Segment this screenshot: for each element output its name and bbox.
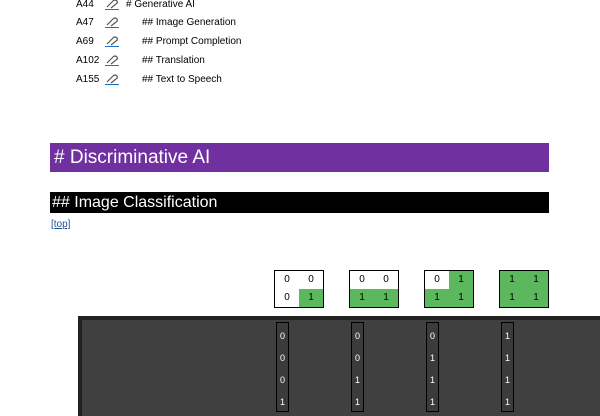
- grid-cell: 1: [299, 289, 323, 307]
- grid-cell: 1: [524, 271, 548, 289]
- grid-cell: 1: [374, 289, 398, 307]
- heading-discriminative-ai: # Discriminative AI: [50, 143, 549, 172]
- toc-link[interactable]: # Generative AI: [126, 0, 195, 13]
- toc-ref: A47: [76, 17, 94, 28]
- mini-grid: 0111: [424, 270, 474, 308]
- grid-cell: 1: [350, 289, 374, 307]
- hyperlink-icon[interactable]: [105, 0, 119, 10]
- column-cell: 1: [279, 397, 285, 407]
- column-cell: 0: [354, 353, 360, 363]
- hyperlink-icon[interactable]: [105, 54, 119, 66]
- toc-ref: A69: [76, 36, 94, 47]
- toc-link[interactable]: ## Prompt Completion: [142, 34, 242, 50]
- grid-cell: 0: [359, 274, 365, 285]
- toc-link[interactable]: ## Image Generation: [142, 15, 236, 31]
- top-link[interactable]: [top]: [51, 219, 70, 230]
- column-cell: 1: [429, 397, 435, 407]
- hyperlink-icon[interactable]: [105, 73, 119, 85]
- hyperlink-icon[interactable]: [105, 16, 119, 28]
- toc-ref: A44: [76, 0, 94, 10]
- grid-cell: 1: [425, 289, 449, 307]
- vector-column: 0 0 0 1: [276, 322, 289, 412]
- grid-cell: 1: [449, 271, 473, 289]
- column-cell: 1: [504, 331, 510, 341]
- grid-cell: 1: [500, 289, 524, 307]
- mini-grid: 1111: [499, 270, 549, 308]
- column-cell: 1: [354, 375, 360, 385]
- toc-ref: A155: [76, 74, 100, 85]
- toc-link[interactable]: ## Translation: [142, 53, 205, 69]
- vector-column: 0 0 1 1: [351, 322, 364, 412]
- vector-column: 1 1 1 1: [501, 322, 514, 412]
- grid-cell: 0: [308, 274, 314, 285]
- column-cell: 1: [429, 375, 435, 385]
- toc-link[interactable]: ## Text to Speech: [142, 72, 222, 88]
- dark-panel: [78, 316, 600, 416]
- column-cell: 1: [504, 375, 510, 385]
- vector-column: 0 1 1 1: [426, 322, 439, 412]
- toc-ref: A102: [76, 55, 100, 66]
- column-cell: 1: [429, 353, 435, 363]
- grid-cell: 1: [449, 289, 473, 307]
- hyperlink-icon[interactable]: [105, 35, 119, 47]
- column-cell: 0: [429, 331, 435, 341]
- column-cell: 0: [354, 331, 360, 341]
- column-cell: 0: [279, 353, 285, 363]
- grid-cell: 1: [524, 289, 548, 307]
- grid-cell: 0: [383, 274, 389, 285]
- column-cell: 1: [354, 397, 360, 407]
- column-cell: 1: [504, 353, 510, 363]
- grid-cell: 0: [434, 274, 440, 285]
- mini-grid: 0001: [274, 270, 324, 308]
- heading-image-classification: ## Image Classification: [50, 192, 549, 213]
- column-cell: 1: [504, 397, 510, 407]
- grid-cell: 0: [284, 292, 290, 303]
- grid-cell: 0: [284, 274, 290, 285]
- grid-cell: 1: [500, 271, 524, 289]
- column-cell: 0: [279, 331, 285, 341]
- column-cell: 0: [279, 375, 285, 385]
- mini-grid: 0011: [349, 270, 399, 308]
